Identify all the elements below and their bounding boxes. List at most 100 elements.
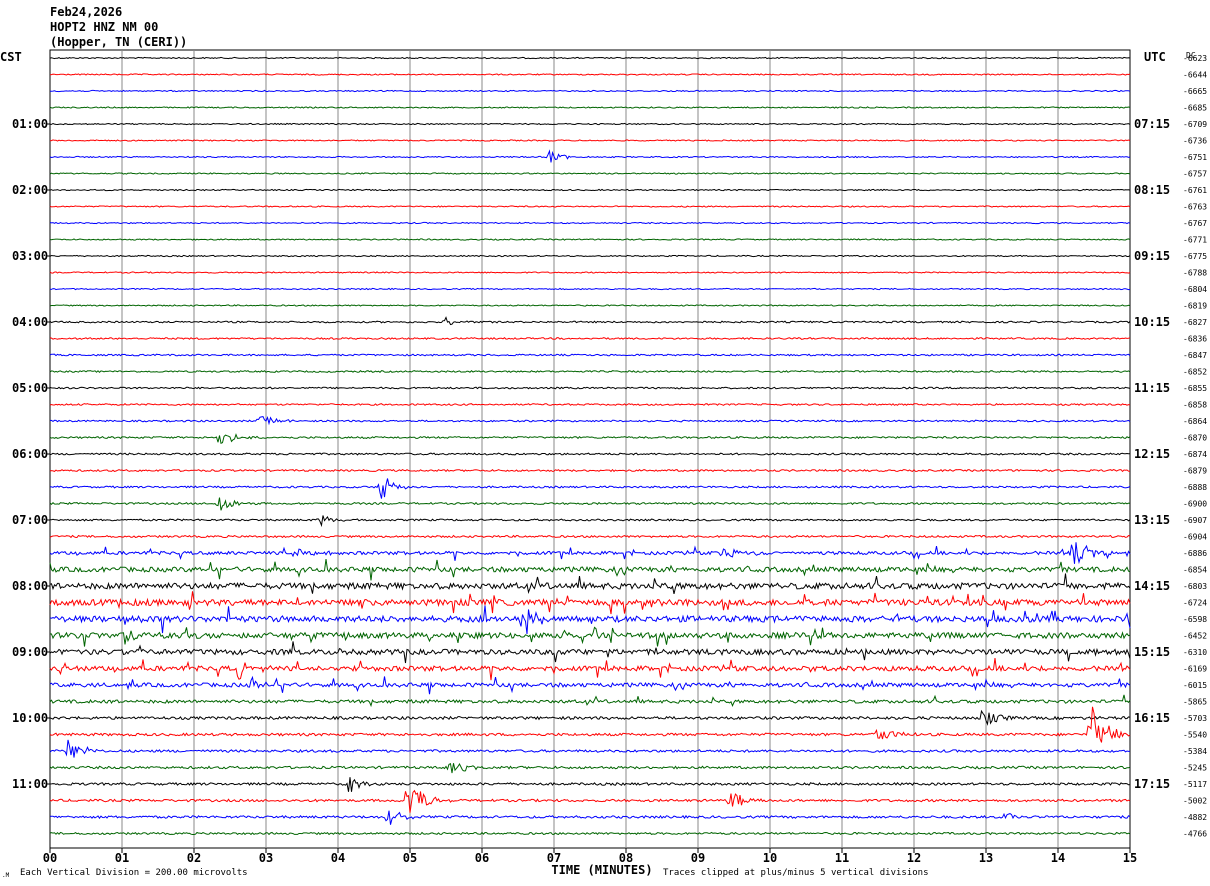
dc-offset-label: -6819 (1183, 302, 1207, 311)
dc-offset-label: -6771 (1183, 236, 1207, 245)
dc-offset-label: -4766 (1183, 830, 1207, 839)
left-hour-label: 09:00 (12, 645, 48, 659)
trace-line (49, 694, 1131, 708)
plot-frame (49, 49, 1131, 849)
trace-line (49, 534, 1131, 539)
x-tick-label: 11 (835, 851, 849, 865)
dc-offset-label: -5865 (1183, 698, 1207, 707)
x-tick-label: 00 (43, 851, 57, 865)
trace-line (49, 497, 1131, 511)
trace-line (49, 205, 1131, 208)
x-tick-label: 15 (1123, 851, 1137, 865)
dc-offset-label: -6900 (1183, 500, 1207, 509)
trace-line (49, 468, 1131, 473)
scale-note: Each Vertical Division = 200.00 microvol… (20, 868, 248, 878)
dc-offset-label: -6775 (1183, 252, 1207, 261)
trace-line (49, 106, 1131, 109)
trace-line (49, 641, 1131, 664)
right-hour-label: 10:15 (1134, 315, 1170, 329)
dc-offset-label: -5117 (1183, 780, 1207, 789)
dc-offset-label: -6767 (1183, 219, 1207, 228)
x-tick-label: 06 (475, 851, 489, 865)
trace-line (50, 89, 1131, 93)
right-hour-label: 09:15 (1134, 249, 1170, 263)
trace-line (49, 370, 1131, 373)
x-tick-label: 09 (691, 851, 705, 865)
dc-offset-label: -6169 (1183, 665, 1207, 674)
right-timezone-label: UTC (1144, 50, 1166, 64)
dc-offset-label: -6724 (1183, 599, 1207, 608)
dc-offset-label: -6644 (1183, 71, 1207, 80)
right-hour-label: 08:15 (1134, 183, 1170, 197)
trace-line (49, 238, 1131, 241)
x-tick-label: 13 (979, 851, 993, 865)
left-hour-label: 06:00 (12, 447, 48, 461)
right-hour-label: 17:15 (1134, 777, 1170, 791)
right-hour-label: 15:15 (1134, 645, 1170, 659)
trace-line (49, 605, 1131, 635)
dc-offset-label: -6847 (1183, 351, 1207, 360)
dc-offset-label: -6854 (1183, 566, 1207, 575)
left-hour-label: 04:00 (12, 315, 48, 329)
x-tick-label: 10 (763, 851, 777, 865)
right-hour-label: 16:15 (1134, 711, 1170, 725)
dc-offset-label: -6888 (1183, 483, 1207, 492)
dc-offset-label: -4882 (1183, 813, 1207, 822)
dc-offset-label: -6879 (1183, 467, 1207, 476)
dc-offset-label: -6761 (1183, 186, 1207, 195)
trace-line (49, 221, 1131, 225)
dc-offset-label: -6757 (1183, 170, 1207, 179)
dc-offset-label: -6864 (1183, 417, 1207, 426)
trace-line (49, 287, 1131, 291)
trace-line (49, 542, 1131, 565)
dc-offset-label: -6685 (1183, 104, 1207, 113)
left-hour-label: 10:00 (12, 711, 48, 725)
trace-line (49, 337, 1131, 340)
dc-offset-label: -6858 (1183, 401, 1207, 410)
dc-offset-label: -6763 (1183, 203, 1207, 212)
x-tick-label: 03 (259, 851, 273, 865)
trace-line (49, 172, 1131, 175)
dc-offset-label: -6665 (1183, 87, 1207, 96)
x-tick-label: 04 (331, 851, 345, 865)
x-tick-label: 05 (403, 851, 417, 865)
trace-line (49, 416, 1131, 426)
x-tick-label: 02 (187, 851, 201, 865)
right-hour-label: 13:15 (1134, 513, 1170, 527)
dc-offset-label: -6870 (1183, 434, 1207, 443)
dc-offset-label: -6788 (1183, 269, 1207, 278)
trace-line (49, 573, 1131, 595)
dc-offset-label: -6904 (1183, 533, 1207, 542)
dc-offset-label: -5540 (1183, 731, 1207, 740)
dc-offset-label: -6452 (1183, 632, 1207, 641)
trace-line (49, 739, 1131, 758)
x-tick-label: 14 (1051, 851, 1065, 865)
trace-line (49, 452, 1130, 456)
x-tick-label: 01 (115, 851, 129, 865)
trace-line (49, 810, 1131, 825)
dc-offset-label: -6836 (1183, 335, 1207, 344)
dc-offset-label: -6623 (1183, 54, 1207, 63)
trace-line (49, 188, 1131, 192)
trace-line (49, 271, 1131, 274)
x-axis-label: TIME (MINUTES) (551, 863, 652, 877)
dc-offset-label: -6907 (1183, 516, 1207, 525)
trace-line (49, 762, 1131, 774)
trace-line (49, 675, 1131, 695)
dc-offset-label: -6886 (1183, 549, 1207, 558)
trace-line (49, 433, 1131, 445)
right-hour-label: 07:15 (1134, 117, 1170, 131)
trace-line (49, 316, 1131, 326)
right-hour-label: 12:15 (1134, 447, 1170, 461)
left-hour-label: 11:00 (12, 777, 48, 791)
trace-line (49, 254, 1131, 258)
trace-line (49, 831, 1131, 836)
dc-offset-label: -6709 (1183, 120, 1207, 129)
trace-line (49, 709, 1131, 726)
left-hour-label: 08:00 (12, 579, 48, 593)
trace-line (49, 73, 1131, 76)
dc-offset-label: -5384 (1183, 747, 1207, 756)
dc-offset-label: -6827 (1183, 318, 1207, 327)
left-hour-label: 07:00 (12, 513, 48, 527)
left-hour-label: 02:00 (12, 183, 48, 197)
